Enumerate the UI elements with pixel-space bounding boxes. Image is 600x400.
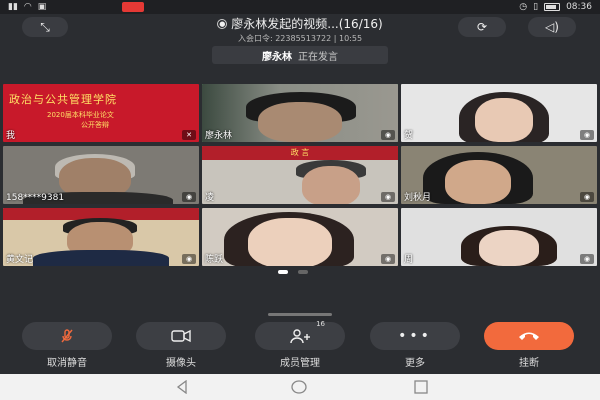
mic-icon: ◉ xyxy=(580,254,594,264)
more-pill: ••• xyxy=(370,322,460,350)
shrink-icon: ⤡ xyxy=(40,19,50,34)
members-count-badge: 16 xyxy=(316,320,325,328)
recents-icon[interactable] xyxy=(414,380,428,394)
tile-label: 陈跃 xyxy=(205,255,224,265)
tile-label: 周 xyxy=(404,255,414,265)
person-face xyxy=(479,230,539,266)
hangup-pill xyxy=(484,322,574,350)
more-icon: ••• xyxy=(398,328,432,344)
status-bar: ▮▮ ◠ ▣ ◷ ▯ 08:36 xyxy=(0,0,600,14)
system-nav-bar xyxy=(0,374,600,400)
active-speaker-banner: 廖永林 正在发言 xyxy=(212,46,388,64)
video-tile-participant[interactable]: 政 言 凌 ◉ xyxy=(202,146,398,204)
notification-icon: ▣ xyxy=(37,2,47,12)
mic-icon: ◉ xyxy=(580,192,594,202)
vibrate-icon: ▯ xyxy=(533,2,539,12)
alarm-icon: ◷ xyxy=(519,2,528,12)
video-tile-participant[interactable]: 黄文记 ◉ xyxy=(3,208,199,266)
meeting-controls: 取消静音 摄像头 16 成员管理 ••• 更多 挂断 xyxy=(0,320,600,370)
battery-icon xyxy=(544,3,561,11)
tile-label: 158****9381 xyxy=(6,193,65,203)
mic-icon: ◉ xyxy=(580,130,594,140)
signal-icon: ▮▮ xyxy=(8,2,18,12)
video-tile-participant[interactable]: 陈跃 ◉ xyxy=(202,208,398,266)
lock-icon: ● xyxy=(217,18,228,29)
page-dot xyxy=(298,270,308,274)
camera-pill xyxy=(136,322,226,350)
unmute-button[interactable]: 取消静音 xyxy=(22,322,112,369)
mic-icon: ◉ xyxy=(381,130,395,140)
camera-icon xyxy=(171,329,191,343)
more-label: 更多 xyxy=(405,358,425,369)
hangup-button[interactable]: 挂断 xyxy=(484,322,574,369)
switch-camera-button[interactable]: ⟳ xyxy=(458,17,506,37)
wifi-icon: ◠ xyxy=(23,2,32,12)
drag-handle[interactable] xyxy=(268,313,332,316)
camera-button[interactable]: 摄像头 xyxy=(136,322,226,369)
unmute-pill xyxy=(22,322,112,350)
unmute-label: 取消静音 xyxy=(47,358,87,369)
recording-indicator xyxy=(122,2,144,12)
mic-muted-icon xyxy=(61,329,73,343)
tile-label: 刘秋月 xyxy=(404,193,432,203)
meeting-subtitle: 入会口令: 22385513722 | 10:55 xyxy=(237,34,363,43)
speaker-button[interactable]: ◁) xyxy=(528,17,576,37)
hangup-icon xyxy=(519,332,539,340)
camera-label: 摄像头 xyxy=(166,358,196,369)
meeting-title: 廖永林发起的视频...(16/16) xyxy=(231,17,383,31)
person-face xyxy=(248,218,332,266)
video-tile-participant[interactable]: 刘秋月 ◉ xyxy=(401,146,597,204)
banner-text-1: 政治与公共管理学院 xyxy=(9,93,117,106)
video-grid: 政治与公共管理学院 2020届本科毕业论文 公开答辩 我 ✕ 廖永林 ◉ 贺 ◉… xyxy=(3,84,597,266)
switch-camera-icon: ⟳ xyxy=(476,20,488,34)
person-face xyxy=(475,98,533,142)
status-clock: 08:36 xyxy=(566,2,592,12)
tile-label: 黄文记 xyxy=(6,255,34,265)
video-tile-self[interactable]: 政治与公共管理学院 2020届本科毕业论文 公开答辩 我 ✕ xyxy=(3,84,199,142)
members-button[interactable]: 16 成员管理 xyxy=(255,320,345,369)
person-face xyxy=(258,102,342,142)
mic-muted-icon: ✕ xyxy=(182,130,196,140)
members-label: 成员管理 xyxy=(280,358,320,369)
speaker-icon: ◁) xyxy=(545,20,559,34)
meeting-top-bar: ⤡ ● 廖永林发起的视频...(16/16) 入会口令: 22385513722… xyxy=(0,14,600,44)
tile-label: 我 xyxy=(6,131,16,141)
back-icon[interactable] xyxy=(175,380,189,394)
page-dot-active xyxy=(278,270,288,274)
status-right: ◷ ▯ 08:36 xyxy=(519,2,592,12)
tile-label: 凌 xyxy=(205,193,215,203)
video-tile-participant[interactable]: 158****9381 ◉ xyxy=(3,146,199,204)
person-face xyxy=(302,166,360,204)
mic-icon: ◉ xyxy=(381,254,395,264)
video-tile-participant[interactable]: 周 ◉ xyxy=(401,208,597,266)
hangup-label: 挂断 xyxy=(519,358,539,369)
mic-icon: ◉ xyxy=(182,192,196,202)
background-banner: 政 言 xyxy=(202,146,398,160)
meeting-title-row: ● 廖永林发起的视频...(16/16) xyxy=(150,15,450,32)
person-body xyxy=(33,250,169,266)
members-pill: 16 xyxy=(255,320,345,350)
meeting-title-area[interactable]: ● 廖永林发起的视频...(16/16) 入会口令: 22385513722 |… xyxy=(150,15,450,44)
active-speaker-name: 廖永林 xyxy=(262,51,292,63)
minimize-button[interactable]: ⤡ xyxy=(22,17,68,37)
active-speaker-status: 正在发言 xyxy=(298,51,338,63)
video-tile-participant[interactable]: 贺 ◉ xyxy=(401,84,597,142)
tile-label: 贺 xyxy=(404,131,414,141)
banner-text-3: 公开答辩 xyxy=(81,121,109,129)
mic-icon: ◉ xyxy=(381,192,395,202)
more-button[interactable]: ••• 更多 xyxy=(370,322,460,369)
banner-text-2: 2020届本科毕业论文 xyxy=(47,111,114,119)
mic-icon: ◉ xyxy=(182,254,196,264)
person-face xyxy=(445,160,511,204)
video-tile-host[interactable]: 廖永林 ◉ xyxy=(202,84,398,142)
status-left: ▮▮ ◠ ▣ xyxy=(8,2,46,12)
tile-label: 廖永林 xyxy=(205,131,233,141)
members-icon xyxy=(290,329,310,344)
page-indicator[interactable] xyxy=(278,270,308,274)
home-icon[interactable] xyxy=(291,380,307,394)
